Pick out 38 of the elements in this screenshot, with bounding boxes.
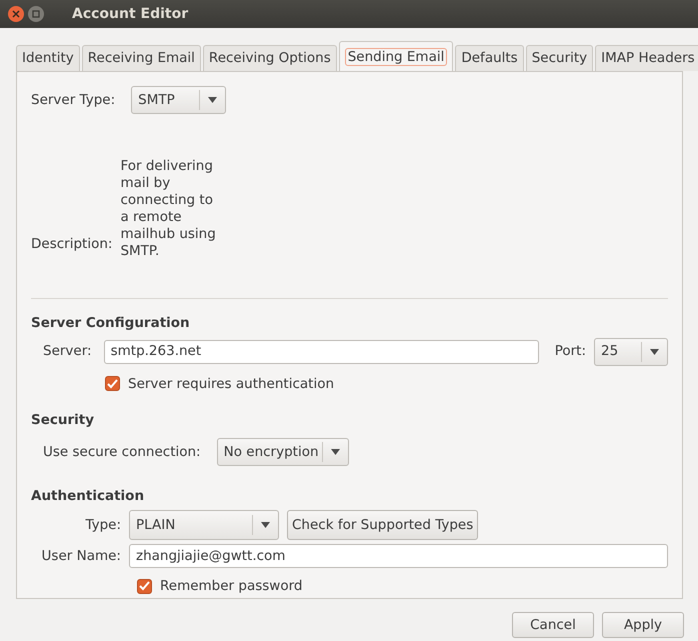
field-label: Port: [554, 342, 586, 362]
caret-icon [650, 348, 659, 354]
maximize-icon[interactable] [28, 6, 44, 22]
tab[interactable]: IMAP Headers [595, 45, 698, 72]
tab[interactable]: Receiving Email [82, 45, 201, 72]
checkbox-label[interactable]: Remember password [160, 576, 302, 596]
field-label: Use secure connection: [43, 442, 201, 462]
tab[interactable]: Defaults [455, 45, 524, 72]
tab[interactable]: Identity [16, 45, 80, 72]
port-dropdown[interactable]: 25 [594, 338, 668, 366]
field-label: Server: [43, 342, 92, 362]
checkbox[interactable] [137, 578, 152, 594]
check-types-button[interactable]: Check for Supported Types [287, 510, 478, 540]
section-heading: Security [31, 410, 96, 430]
dialog-button[interactable]: Cancel [512, 612, 594, 638]
server-field[interactable]: smtp.263.net [104, 340, 539, 364]
caret-icon [261, 522, 270, 528]
field-label: Type: [84, 516, 121, 536]
section-heading: Server Configuration [31, 314, 191, 334]
field-label: Description: [31, 235, 112, 254]
field-label: User Name: [40, 547, 121, 566]
dialog-button[interactable]: Apply [602, 612, 684, 638]
window-title: Account Editor [72, 4, 188, 24]
close-icon[interactable] [8, 6, 24, 22]
caret-icon [330, 449, 340, 455]
section-heading: Authentication [31, 487, 146, 506]
username-field[interactable]: zhangjiajie@gwtt.com [129, 544, 668, 568]
field-label: Server Type: [31, 91, 116, 110]
caret-icon [208, 97, 218, 104]
tab[interactable]: Security [526, 45, 594, 72]
description-text: For delivering mail by connecting to a remote mailhub using SMTP. [120, 158, 217, 260]
tab[interactable]: Sending Email [338, 41, 454, 72]
encryption-dropdown[interactable]: No encryption [216, 438, 349, 466]
tab[interactable]: Receiving Options [202, 45, 337, 72]
checkbox[interactable] [105, 376, 120, 392]
checkbox-label[interactable]: Server requires authentication [128, 374, 334, 394]
server-type-dropdown[interactable]: SMTP [131, 86, 226, 114]
auth-type-dropdown[interactable]: PLAIN [129, 510, 279, 540]
